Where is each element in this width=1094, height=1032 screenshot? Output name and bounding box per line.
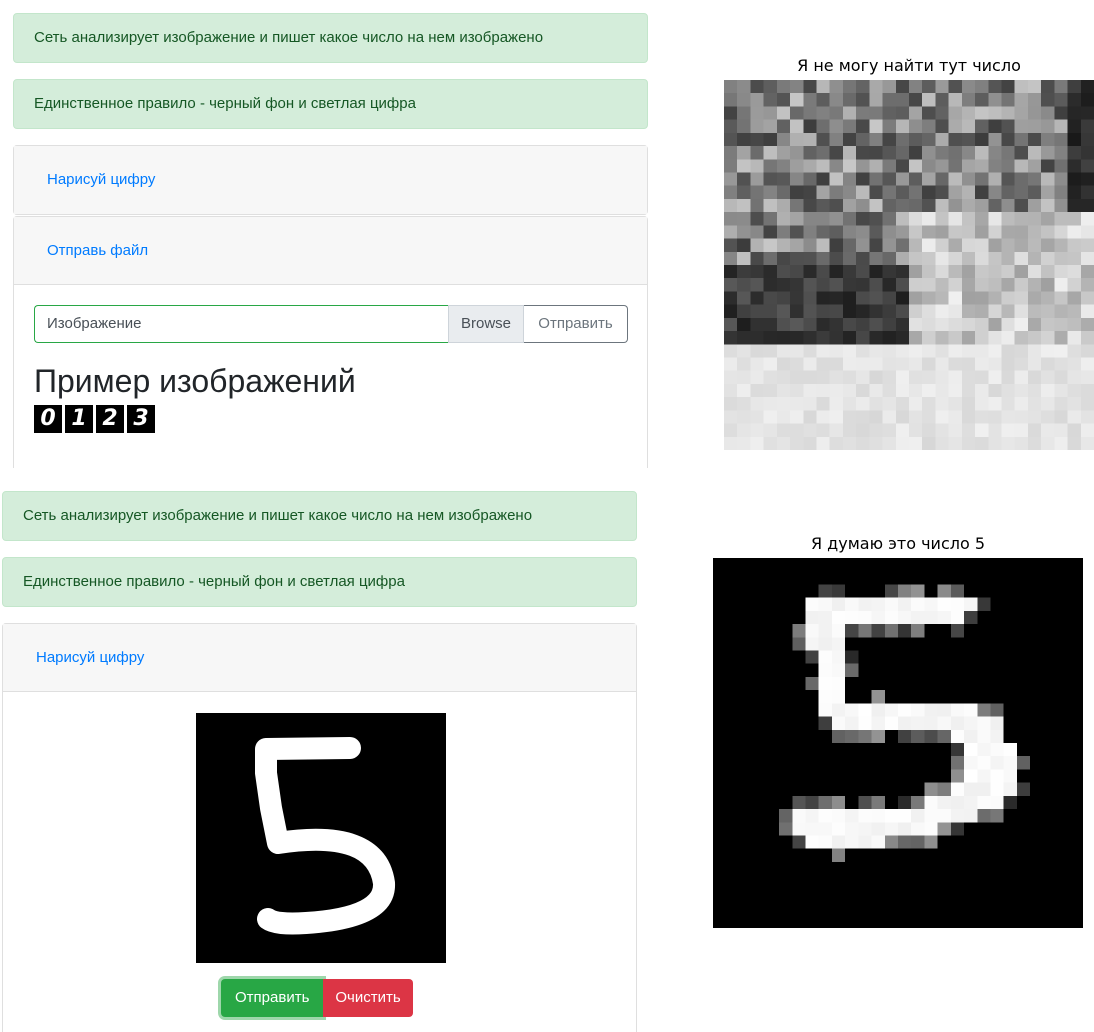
draw-card: Нарисуй цифру Отправить Очистить [2,623,637,1032]
submit-button[interactable]: Отправить [221,979,324,1017]
upload-card: Отправь файл Изображение Browse Отправит… [13,216,648,468]
draw-actions: Отправить Очистить [221,979,413,1017]
draw-digit-link[interactable]: Нарисуй цифру [36,649,144,666]
file-upload-group: Изображение Browse Отправить [34,305,628,343]
drawing-canvas[interactable] [196,713,446,963]
send-file-button[interactable]: Отправить [524,305,628,343]
example-digit: 1 [65,405,93,433]
noise-image [724,80,1094,450]
info-alert-network: Сеть анализирует изображение и пишет как… [2,491,637,541]
draw-card-collapsed: Нарисуй цифру [13,145,648,215]
alert-text: Сеть анализирует изображение и пишет как… [23,507,533,524]
info-alert-rule: Единственное правило - черный фон и свет… [2,557,637,607]
drawn-digit-stroke [255,737,395,935]
example-digit: 0 [34,405,62,433]
alert-text: Единственное правило - черный фон и свет… [23,573,405,590]
example-digits: 0 1 2 3 [34,405,155,433]
example-digit: 3 [127,405,155,433]
clear-button[interactable]: Очистить [323,979,413,1017]
result-title-fail: Я не могу найти тут число [797,56,1021,75]
result-title-five: Я думаю это число 5 [810,534,986,553]
draw-card-header: Нарисуй цифру [14,146,647,214]
upload-card-header: Отправь файл [14,217,647,285]
upload-file-link[interactable]: Отправь файл [47,242,148,259]
info-alert-network: Сеть анализирует изображение и пишет как… [13,13,648,63]
example-digit: 2 [96,405,124,433]
info-alert-rule: Единственное правило - черный фон и свет… [13,79,648,129]
draw-digit-link[interactable]: Нарисуй цифру [47,171,155,188]
draw-card-header: Нарисуй цифру [3,624,636,692]
alert-text: Единственное правило - черный фон и свет… [34,95,416,112]
file-input[interactable]: Изображение [34,305,448,343]
browse-button[interactable]: Browse [448,305,524,343]
alert-text: Сеть анализирует изображение и пишет как… [34,29,544,46]
mnist-five-image [713,558,1083,928]
examples-heading: Пример изображений [34,363,356,399]
